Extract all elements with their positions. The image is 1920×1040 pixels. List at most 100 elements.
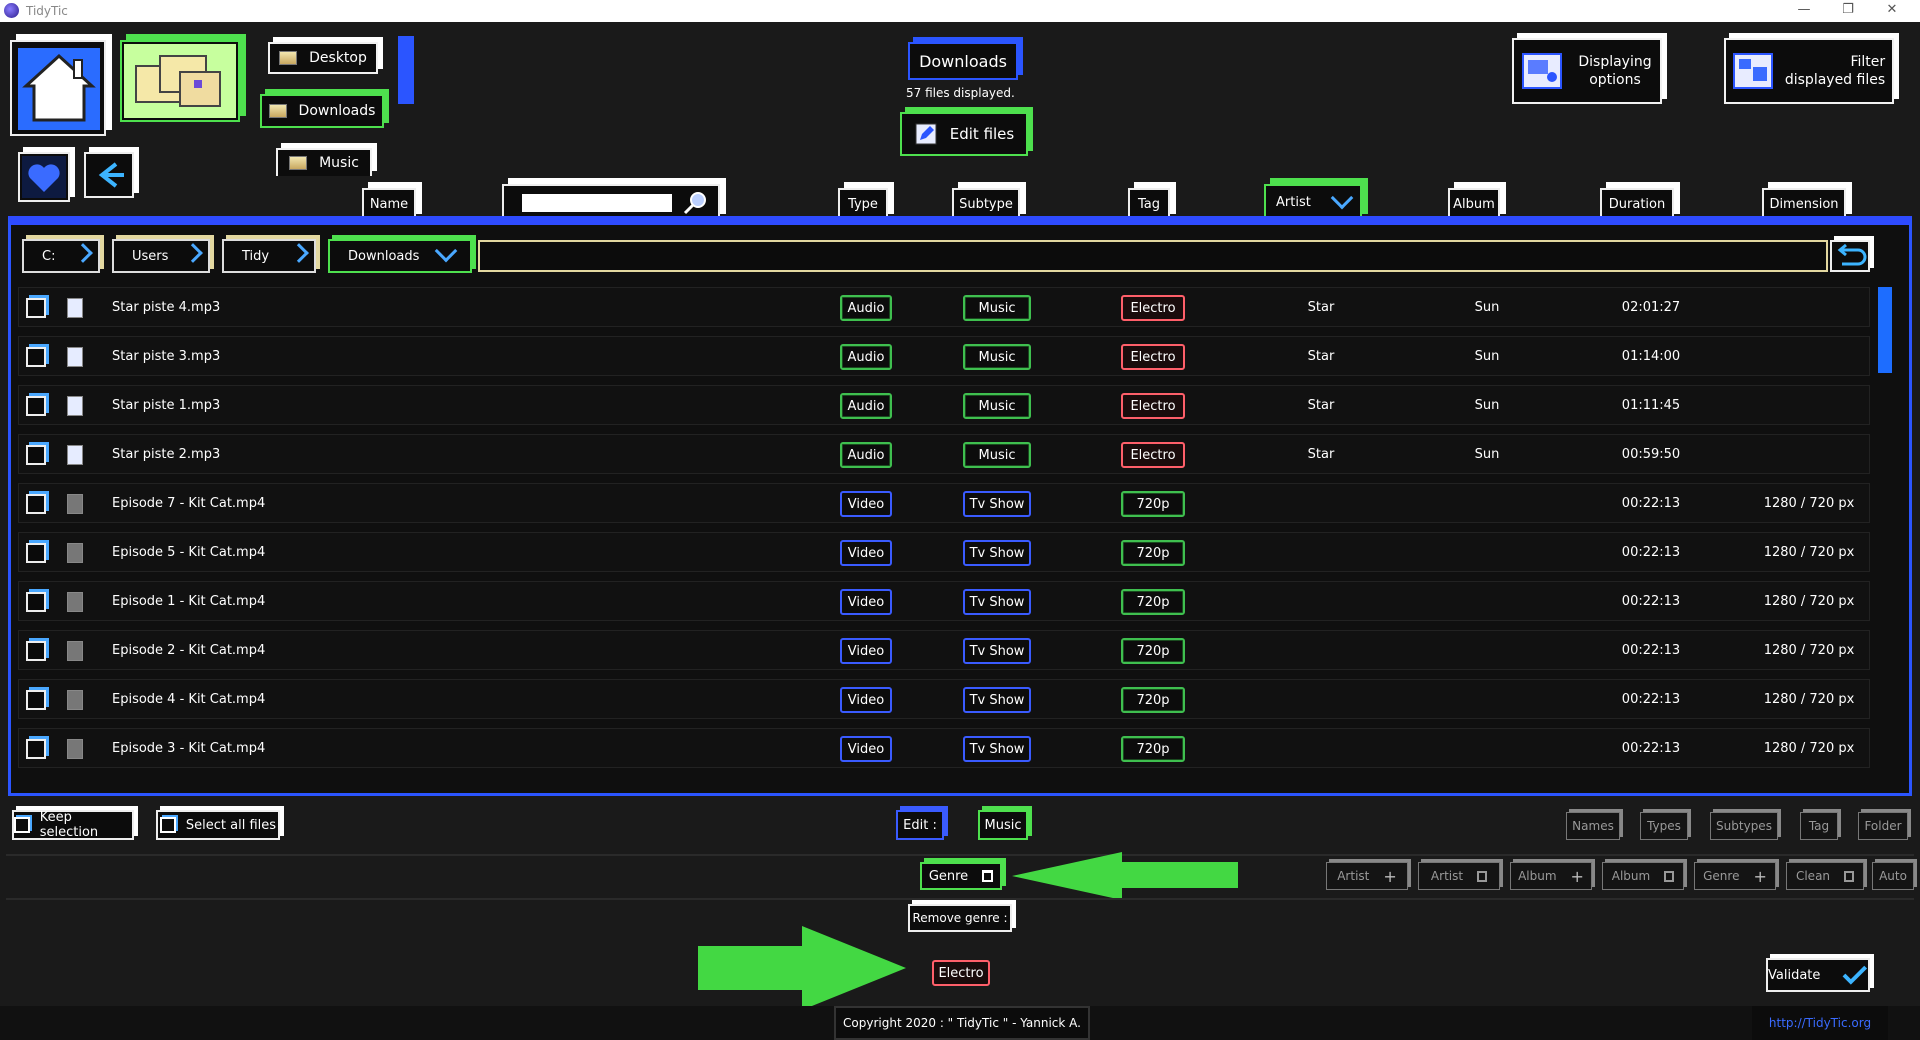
current-folder-button[interactable]: Downloads — [908, 42, 1018, 80]
trash-icon — [982, 870, 994, 882]
search-box[interactable] — [502, 184, 720, 220]
folder-icon — [268, 104, 287, 118]
type-badge[interactable]: Audio — [840, 344, 892, 370]
row-checkbox[interactable] — [26, 592, 46, 612]
table-row[interactable]: Episode 4 - Kit Cat.mp4 Video Tv Show 720p 0… — [18, 679, 1870, 719]
edit-label-button[interactable]: Edit : — [896, 810, 944, 840]
table-row[interactable]: Episode 3 - Kit Cat.mp4 Video Tv Show 720p 0… — [18, 728, 1870, 768]
subtype-badge[interactable]: Tv Show — [963, 736, 1031, 762]
shortcut-downloads[interactable]: Downloads — [260, 94, 384, 128]
tag-badge[interactable]: 720p — [1121, 589, 1185, 615]
row-checkbox[interactable] — [26, 347, 46, 367]
tab-subtypes[interactable]: Subtypes — [1710, 812, 1778, 840]
tag-badge[interactable]: 720p — [1121, 638, 1185, 664]
row-checkbox[interactable] — [26, 396, 46, 416]
filter-displayed-files-button[interactable]: Filter displayed files — [1724, 38, 1894, 104]
row-checkbox[interactable] — [26, 641, 46, 661]
type-badge[interactable]: Video — [840, 687, 892, 713]
table-row[interactable]: Episode 1 - Kit Cat.mp4 Video Tv Show 720p 0… — [18, 581, 1870, 621]
genre-value-tag[interactable]: Electro — [932, 960, 990, 986]
tag-badge[interactable]: 720p — [1121, 687, 1185, 713]
subtype-badge[interactable]: Music — [963, 393, 1031, 419]
search-icon[interactable] — [682, 189, 710, 217]
type-badge[interactable]: Video — [840, 589, 892, 615]
validate-button[interactable]: Validate — [1766, 958, 1870, 992]
undo-button[interactable] — [1830, 240, 1870, 272]
subtype-badge[interactable]: Tv Show — [963, 491, 1031, 517]
tab-types[interactable]: Types — [1640, 812, 1688, 840]
artist-add-button[interactable]: Artist + — [1326, 862, 1408, 890]
subtype-badge[interactable]: Music — [963, 344, 1031, 370]
tag-badge[interactable]: 720p — [1121, 540, 1185, 566]
edit-value-music[interactable]: Music — [978, 810, 1028, 840]
home-button[interactable] — [10, 40, 106, 136]
album-add-button[interactable]: Album + — [1510, 862, 1592, 890]
table-row[interactable]: Star piste 1.mp3 Audio Music Electro Star Sun… — [18, 385, 1870, 425]
search-input[interactable] — [522, 194, 672, 212]
shortcuts-scroll[interactable] — [398, 36, 414, 104]
type-badge[interactable]: Video — [840, 736, 892, 762]
breadcrumb-tidy[interactable]: Tidy — [222, 239, 316, 273]
table-row[interactable]: Star piste 4.mp3 Audio Music Electro Star Sun… — [18, 287, 1870, 327]
dimension-cell: 1280 / 720 px — [1763, 545, 1855, 560]
restore-icon[interactable]: ❐ — [1828, 2, 1868, 17]
subtype-badge[interactable]: Tv Show — [963, 589, 1031, 615]
close-icon[interactable]: ✕ — [1872, 2, 1912, 17]
back-button[interactable] — [84, 152, 134, 198]
type-badge[interactable]: Video — [840, 638, 892, 664]
genre-add-button[interactable]: Genre + — [1694, 862, 1776, 890]
subtype-badge[interactable]: Music — [963, 442, 1031, 468]
row-checkbox[interactable] — [26, 543, 46, 563]
keep-selection-button[interactable]: Keep selection — [12, 810, 134, 840]
clean-button[interactable]: Clean — [1786, 862, 1864, 890]
auto-button[interactable]: Auto — [1872, 862, 1914, 890]
table-row[interactable]: Episode 7 - Kit Cat.mp4 Video Tv Show 720p 0… — [18, 483, 1870, 523]
tab-folder[interactable]: Folder — [1858, 812, 1908, 840]
folders-button[interactable] — [120, 40, 240, 122]
displaying-options-button[interactable]: Displaying options — [1512, 38, 1662, 104]
row-checkbox[interactable] — [26, 690, 46, 710]
row-checkbox[interactable] — [26, 494, 46, 514]
subtype-badge[interactable]: Tv Show — [963, 540, 1031, 566]
type-badge[interactable]: Audio — [840, 295, 892, 321]
tag-badge[interactable]: Electro — [1121, 344, 1185, 370]
tag-badge[interactable]: 720p — [1121, 736, 1185, 762]
subtype-badge[interactable]: Music — [963, 295, 1031, 321]
row-checkbox[interactable] — [26, 445, 46, 465]
table-row[interactable]: Episode 5 - Kit Cat.mp4 Video Tv Show 720p 0… — [18, 532, 1870, 572]
website-link[interactable]: http://TidyTic.org — [1752, 1006, 1888, 1040]
tag-badge[interactable]: Electro — [1121, 442, 1185, 468]
minimize-icon[interactable]: — — [1784, 2, 1824, 17]
breadcrumb-c[interactable]: C: — [22, 239, 100, 273]
edit-files-button[interactable]: Edit files — [900, 112, 1028, 156]
shortcut-music[interactable]: Music — [276, 148, 372, 176]
shortcut-desktop[interactable]: Desktop — [268, 42, 378, 74]
breadcrumb-downloads[interactable]: Downloads — [328, 239, 472, 273]
table-row[interactable]: Episode 2 - Kit Cat.mp4 Video Tv Show 720p 0… — [18, 630, 1870, 670]
subtype-badge[interactable]: Tv Show — [963, 638, 1031, 664]
tab-tag[interactable]: Tag — [1800, 812, 1838, 840]
row-checkbox[interactable] — [26, 298, 46, 318]
genre-button[interactable]: Genre — [920, 862, 1002, 890]
select-all-files-button[interactable]: Select all files — [156, 810, 280, 840]
tab-names[interactable]: Names — [1566, 812, 1620, 840]
row-checkbox[interactable] — [26, 739, 46, 759]
tag-badge[interactable]: Electro — [1121, 393, 1185, 419]
file-name: Episode 7 - Kit Cat.mp4 — [112, 496, 266, 511]
table-row[interactable]: Star piste 2.mp3 Audio Music Electro Star Sun… — [18, 434, 1870, 474]
type-badge[interactable]: Video — [840, 540, 892, 566]
subtype-badge[interactable]: Tv Show — [963, 687, 1031, 713]
favorites-button[interactable] — [18, 152, 70, 202]
file-list-scrollbar[interactable] — [1878, 287, 1892, 373]
breadcrumb-users[interactable]: Users — [112, 239, 210, 273]
type-badge[interactable]: Audio — [840, 393, 892, 419]
artist-remove-button[interactable]: Artist — [1418, 862, 1500, 890]
path-bar[interactable] — [478, 240, 1828, 272]
table-row[interactable]: Star piste 3.mp3 Audio Music Electro Star Sun… — [18, 336, 1870, 376]
album-remove-button[interactable]: Album — [1602, 862, 1684, 890]
column-artist[interactable]: Artist — [1264, 184, 1362, 220]
type-badge[interactable]: Video — [840, 491, 892, 517]
tag-badge[interactable]: Electro — [1121, 295, 1185, 321]
type-badge[interactable]: Audio — [840, 442, 892, 468]
tag-badge[interactable]: 720p — [1121, 491, 1185, 517]
